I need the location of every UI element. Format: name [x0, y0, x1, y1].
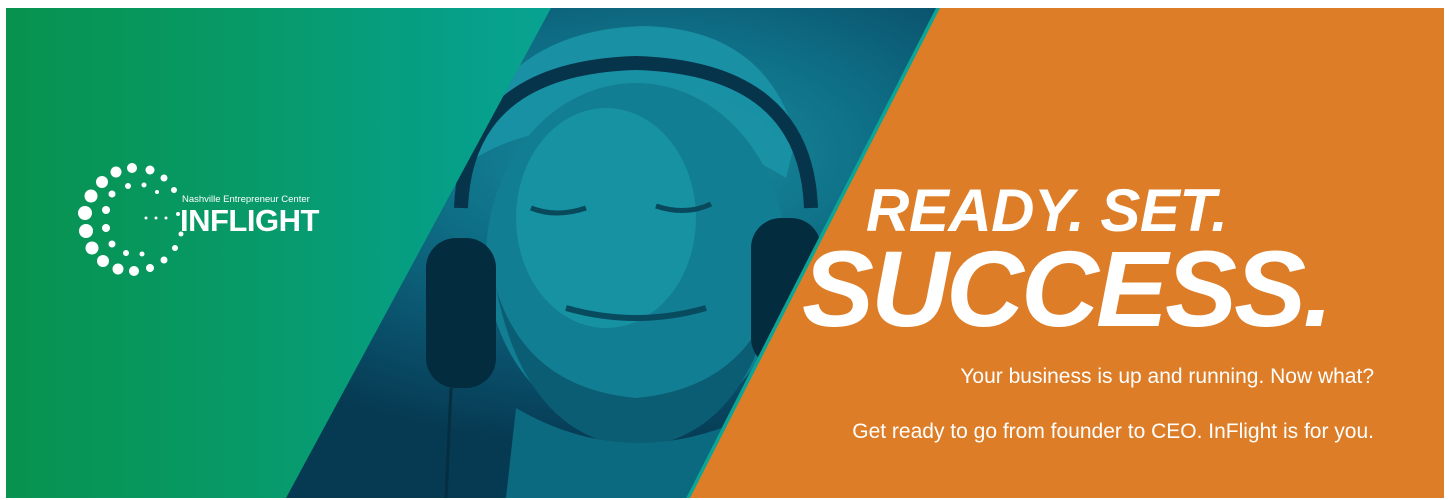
subline-business: Your business is up and running. Now wha…	[960, 365, 1374, 388]
program-name: INFLIGHT	[180, 203, 319, 238]
dotted-ring-icon	[78, 163, 184, 276]
hero-banner: Nashville Entrepreneur Center INFLIGHT R…	[6, 8, 1444, 498]
subline-founder: Get ready to go from founder to CEO. InF…	[852, 420, 1374, 443]
headline-success: SUCCESS.	[802, 228, 1333, 349]
